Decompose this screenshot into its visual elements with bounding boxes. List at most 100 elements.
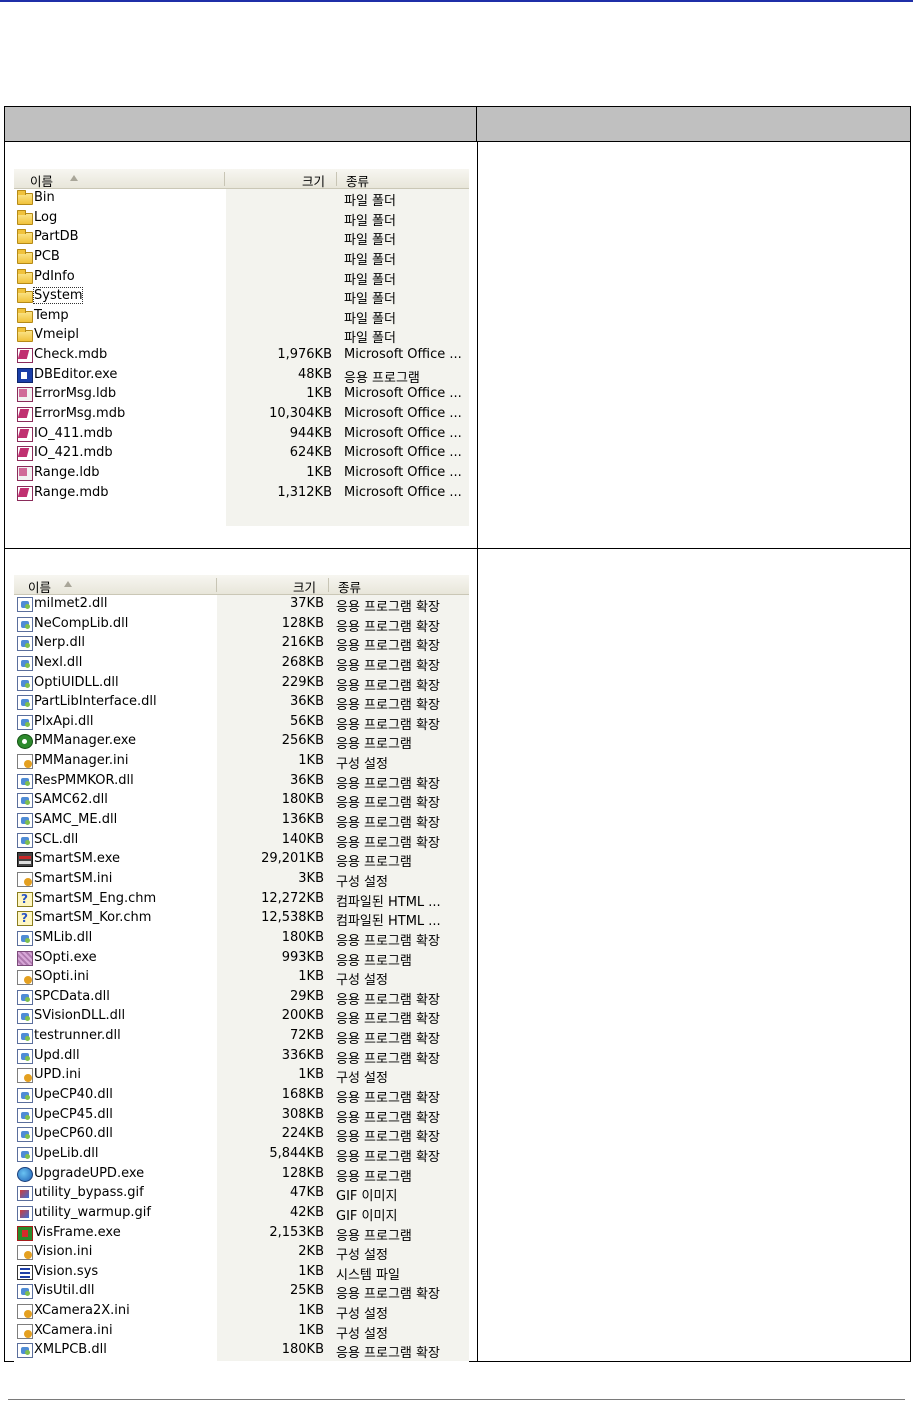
list-item[interactable]: UpeCP60.dll 224KB 응용 프로그램 확장 <box>14 1125 469 1145</box>
list-item[interactable]: Vision.ini 2KB 구성 설정 <box>14 1243 469 1263</box>
file-size: 229KB <box>281 674 324 690</box>
file-size: 12,538KB <box>261 910 324 926</box>
list-item[interactable]: SmartSM_Eng.chm 12,272KB 컴파일된 HTML ... <box>14 890 469 910</box>
list-item[interactable]: System 파일 폴더 <box>14 287 469 307</box>
dll-icon <box>17 616 33 632</box>
file-name: DBEditor.exe <box>34 366 118 382</box>
list-item[interactable]: XMLPCB.dll 180KB 응용 프로그램 확장 <box>14 1341 469 1361</box>
list-item[interactable]: PartDB 파일 폴더 <box>14 228 469 248</box>
list-item[interactable]: ResPMMKOR.dll 36KB 응용 프로그램 확장 <box>14 772 469 792</box>
list-item[interactable]: SOpti.exe 993KB 응용 프로그램 <box>14 949 469 969</box>
file-type: 응용 프로그램 <box>336 953 412 969</box>
list-item[interactable]: Check.mdb 1,976KB Microsoft Office ... <box>14 346 469 366</box>
list-item[interactable]: Nexl.dll 268KB 응용 프로그램 확장 <box>14 654 469 674</box>
list-item[interactable]: testrunner.dll 72KB 응용 프로그램 확장 <box>14 1027 469 1047</box>
list-item[interactable]: SMLib.dll 180KB 응용 프로그램 확장 <box>14 929 469 949</box>
list-item[interactable]: SCL.dll 140KB 응용 프로그램 확장 <box>14 831 469 851</box>
list-item[interactable]: VisUtil.dll 25KB 응용 프로그램 확장 <box>14 1282 469 1302</box>
table-header-left <box>5 107 477 142</box>
list-item[interactable]: UpeLib.dll 5,844KB 응용 프로그램 확장 <box>14 1145 469 1165</box>
list-item[interactable]: ErrorMsg.ldb 1KB Microsoft Office ... <box>14 385 469 405</box>
list-item[interactable]: SPCData.dll 29KB 응용 프로그램 확장 <box>14 988 469 1008</box>
mdb-icon <box>17 426 33 442</box>
file-name: XMLPCB.dll <box>34 1342 107 1358</box>
list-item[interactable]: Vmeipl 파일 폴더 <box>14 326 469 346</box>
list-item[interactable]: PlxApi.dll 56KB 응용 프로그램 확장 <box>14 713 469 733</box>
column-separator[interactable] <box>328 578 329 592</box>
file-list-bottom: 이름 크기 종류 milmet2.dll 37KB 응용 프로그램 확장 NeComp… <box>14 575 469 1363</box>
list-item[interactable]: PMManager.ini 1KB 구성 설정 <box>14 752 469 772</box>
list-item[interactable]: Log 파일 폴더 <box>14 209 469 229</box>
list-item[interactable]: DBEditor.exe 48KB 응용 프로그램 <box>14 366 469 386</box>
file-type: GIF 이미지 <box>336 1189 398 1205</box>
column-header-type[interactable]: 종류 <box>338 577 361 596</box>
file-size: 2KB <box>298 1244 324 1260</box>
list-item[interactable]: Bin 파일 폴더 <box>14 189 469 209</box>
file-size: 944KB <box>289 425 332 441</box>
file-size: 256KB <box>281 733 324 749</box>
column-header-size[interactable]: 크기 <box>302 171 325 190</box>
file-name: UPD.ini <box>34 1067 81 1083</box>
list-item[interactable]: UpeCP45.dll 308KB 응용 프로그램 확장 <box>14 1106 469 1126</box>
list-item[interactable]: Vision.sys 1KB 시스템 파일 <box>14 1263 469 1283</box>
row-divider <box>5 548 910 549</box>
list-item[interactable]: PCB 파일 폴더 <box>14 248 469 268</box>
list-item[interactable]: SmartSM_Kor.chm 12,538KB 컴파일된 HTML ... <box>14 909 469 929</box>
dll-icon <box>17 1343 33 1359</box>
sort-ascending-icon <box>70 175 78 181</box>
file-name: Range.mdb <box>34 484 109 500</box>
file-name: UpeCP40.dll <box>34 1087 113 1103</box>
column-header-size[interactable]: 크기 <box>293 577 316 596</box>
column-separator[interactable] <box>216 578 217 592</box>
list-item[interactable]: XCamera2X.ini 1KB 구성 설정 <box>14 1302 469 1322</box>
file-type: Microsoft Office ... <box>344 445 462 461</box>
file-size: 180KB <box>281 929 324 945</box>
list-item[interactable]: PMManager.exe 256KB 응용 프로그램 <box>14 732 469 752</box>
list-item[interactable]: SmartSM.exe 29,201KB 응용 프로그램 <box>14 850 469 870</box>
list-item[interactable]: PartLibInterface.dll 36KB 응용 프로그램 확장 <box>14 693 469 713</box>
file-name: PlxApi.dll <box>34 713 94 729</box>
folder-icon <box>17 288 33 304</box>
list-item[interactable]: Range.ldb 1KB Microsoft Office ... <box>14 464 469 484</box>
list-item[interactable]: utility_warmup.gif 42KB GIF 이미지 <box>14 1204 469 1224</box>
file-name: ResPMMKOR.dll <box>34 772 134 788</box>
list-item[interactable]: IO_421.mdb 624KB Microsoft Office ... <box>14 444 469 464</box>
column-separator[interactable] <box>224 172 225 186</box>
list-item[interactable]: Range.mdb 1,312KB Microsoft Office ... <box>14 484 469 504</box>
list-item[interactable]: Temp 파일 폴더 <box>14 307 469 327</box>
list-item[interactable]: SmartSM.ini 3KB 구성 설정 <box>14 870 469 890</box>
folder-icon <box>17 268 33 284</box>
list-item[interactable]: SAMC_ME.dll 136KB 응용 프로그램 확장 <box>14 811 469 831</box>
pm-icon <box>17 734 33 750</box>
file-name: PartLibInterface.dll <box>34 694 157 710</box>
list-item[interactable]: UpeCP40.dll 168KB 응용 프로그램 확장 <box>14 1086 469 1106</box>
file-type: 응용 프로그램 확장 <box>336 1091 440 1107</box>
ini-icon <box>17 871 33 887</box>
file-name: SmartSM_Kor.chm <box>34 910 152 926</box>
column-separator[interactable] <box>336 172 337 186</box>
column-header-type[interactable]: 종류 <box>346 171 369 190</box>
list-item[interactable]: SOpti.ini 1KB 구성 설정 <box>14 968 469 988</box>
column-header-bar: 이름 크기 종류 <box>14 169 469 189</box>
column-header-name[interactable]: 이름 <box>28 577 51 596</box>
list-item[interactable]: NeCompLib.dll 128KB 응용 프로그램 확장 <box>14 615 469 635</box>
list-item[interactable]: UPD.ini 1KB 구성 설정 <box>14 1066 469 1086</box>
list-item[interactable]: PdInfo 파일 폴더 <box>14 268 469 288</box>
list-item[interactable]: SVisionDLL.dll 200KB 응용 프로그램 확장 <box>14 1007 469 1027</box>
list-item[interactable]: Upd.dll 336KB 응용 프로그램 확장 <box>14 1047 469 1067</box>
list-item[interactable]: XCamera.ini 1KB 구성 설정 <box>14 1322 469 1342</box>
column-header-name[interactable]: 이름 <box>30 171 53 190</box>
list-item[interactable]: Nerp.dll 216KB 응용 프로그램 확장 <box>14 634 469 654</box>
list-item[interactable]: OptiUIDLL.dll 229KB 응용 프로그램 확장 <box>14 674 469 694</box>
dll-icon <box>17 597 33 612</box>
list-item[interactable]: milmet2.dll 37KB 응용 프로그램 확장 <box>14 595 469 615</box>
list-item[interactable]: UpgradeUPD.exe 128KB 응용 프로그램 <box>14 1165 469 1185</box>
list-item[interactable]: utility_bypass.gif 47KB GIF 이미지 <box>14 1184 469 1204</box>
folder-icon <box>17 307 33 323</box>
list-item[interactable]: SAMC62.dll 180KB 응용 프로그램 확장 <box>14 791 469 811</box>
list-item[interactable]: VisFrame.exe 2,153KB 응용 프로그램 <box>14 1224 469 1244</box>
list-item[interactable]: IO_411.mdb 944KB Microsoft Office ... <box>14 425 469 445</box>
file-size: 1KB <box>306 386 332 402</box>
file-type: 파일 폴더 <box>344 272 396 288</box>
list-item[interactable]: ErrorMsg.mdb 10,304KB Microsoft Office ... <box>14 405 469 425</box>
